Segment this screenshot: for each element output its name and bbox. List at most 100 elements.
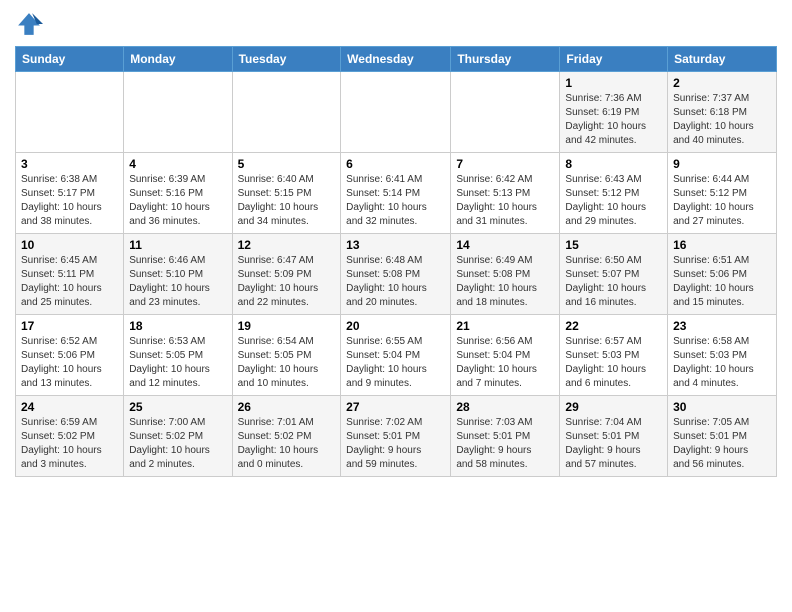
day-number: 20: [346, 319, 445, 333]
calendar-cell: 3 Sunrise: 6:38 AM Sunset: 5:17 PM Daylig…: [16, 153, 124, 234]
day-number: 25: [129, 400, 226, 414]
day-info: Sunrise: 6:56 AM Sunset: 5:04 PM Dayligh…: [456, 335, 554, 391]
calendar-cell: 20 Sunrise: 6:55 AM Sunset: 5:04 PM Dayli…: [341, 315, 451, 396]
day-info: Sunrise: 6:42 AM Sunset: 5:13 PM Dayligh…: [456, 173, 554, 229]
calendar-cell: 29Sunrise: 7:04 AM Sunset: 5:01 PM Dayli…: [560, 396, 668, 477]
calendar-cell: 30Sunrise: 7:05 AM Sunset: 5:01 PM Dayli…: [668, 396, 777, 477]
day-number: 11: [129, 238, 226, 252]
calendar-cell: 8 Sunrise: 6:43 AM Sunset: 5:12 PM Daylig…: [560, 153, 668, 234]
day-number: 27: [346, 400, 445, 414]
day-number: 6: [346, 157, 445, 171]
day-number: 17: [21, 319, 118, 333]
calendar-cell: 22Sunrise: 6:57 AM Sunset: 5:03 PM Dayli…: [560, 315, 668, 396]
day-number: 3: [21, 157, 118, 171]
day-info: Sunrise: 7:02 AM Sunset: 5:01 PM Dayligh…: [346, 416, 445, 472]
day-info: Sunrise: 6:55 AM Sunset: 5:04 PM Dayligh…: [346, 335, 445, 391]
calendar-cell: 26 Sunrise: 7:01 AM Sunset: 5:02 PM Dayli…: [232, 396, 341, 477]
day-info: Sunrise: 6:53 AM Sunset: 5:05 PM Dayligh…: [129, 335, 226, 391]
day-number: 8: [565, 157, 662, 171]
calendar-cell: 28 Sunrise: 7:03 AM Sunset: 5:01 PM Dayli…: [451, 396, 560, 477]
calendar-cell: 10 Sunrise: 6:45 AM Sunset: 5:11 PM Dayli…: [16, 234, 124, 315]
weekday-header-monday: Monday: [124, 47, 232, 72]
day-info: Sunrise: 6:46 AM Sunset: 5:10 PM Dayligh…: [129, 254, 226, 310]
day-number: 28: [456, 400, 554, 414]
day-info: Sunrise: 7:00 AM Sunset: 5:02 PM Dayligh…: [129, 416, 226, 472]
calendar-cell: 4 Sunrise: 6:39 AM Sunset: 5:16 PM Daylig…: [124, 153, 232, 234]
calendar-cell: 13 Sunrise: 6:48 AM Sunset: 5:08 PM Dayli…: [341, 234, 451, 315]
day-number: 9: [673, 157, 771, 171]
day-info: Sunrise: 6:39 AM Sunset: 5:16 PM Dayligh…: [129, 173, 226, 229]
day-info: Sunrise: 7:03 AM Sunset: 5:01 PM Dayligh…: [456, 416, 554, 472]
calendar-cell: [341, 72, 451, 153]
day-number: 26: [238, 400, 336, 414]
calendar-row-4: 24 Sunrise: 6:59 AM Sunset: 5:02 PM Dayli…: [16, 396, 777, 477]
calendar-cell: 27 Sunrise: 7:02 AM Sunset: 5:01 PM Dayli…: [341, 396, 451, 477]
day-number: 16: [673, 238, 771, 252]
weekday-header-saturday: Saturday: [668, 47, 777, 72]
day-info: Sunrise: 6:45 AM Sunset: 5:11 PM Dayligh…: [21, 254, 118, 310]
header: [15, 10, 777, 38]
day-info: Sunrise: 6:54 AM Sunset: 5:05 PM Dayligh…: [238, 335, 336, 391]
weekday-header-wednesday: Wednesday: [341, 47, 451, 72]
day-number: 12: [238, 238, 336, 252]
day-info: Sunrise: 7:05 AM Sunset: 5:01 PM Dayligh…: [673, 416, 771, 472]
day-info: Sunrise: 6:51 AM Sunset: 5:06 PM Dayligh…: [673, 254, 771, 310]
day-number: 24: [21, 400, 118, 414]
weekday-header-sunday: Sunday: [16, 47, 124, 72]
calendar-row-2: 10 Sunrise: 6:45 AM Sunset: 5:11 PM Dayli…: [16, 234, 777, 315]
day-number: 15: [565, 238, 662, 252]
calendar-cell: 1Sunrise: 7:36 AM Sunset: 6:19 PM Daylig…: [560, 72, 668, 153]
day-info: Sunrise: 6:59 AM Sunset: 5:02 PM Dayligh…: [21, 416, 118, 472]
calendar-cell: 7 Sunrise: 6:42 AM Sunset: 5:13 PM Daylig…: [451, 153, 560, 234]
day-number: 10: [21, 238, 118, 252]
weekday-header-friday: Friday: [560, 47, 668, 72]
calendar-row-3: 17Sunrise: 6:52 AM Sunset: 5:06 PM Dayli…: [16, 315, 777, 396]
day-number: 18: [129, 319, 226, 333]
day-number: 14: [456, 238, 554, 252]
calendar-cell: 25 Sunrise: 7:00 AM Sunset: 5:02 PM Dayli…: [124, 396, 232, 477]
calendar-cell: [124, 72, 232, 153]
day-number: 5: [238, 157, 336, 171]
calendar: SundayMondayTuesdayWednesdayThursdayFrid…: [15, 46, 777, 477]
calendar-cell: [16, 72, 124, 153]
calendar-cell: 16 Sunrise: 6:51 AM Sunset: 5:06 PM Dayli…: [668, 234, 777, 315]
calendar-cell: 15 Sunrise: 6:50 AM Sunset: 5:07 PM Dayli…: [560, 234, 668, 315]
day-info: Sunrise: 6:44 AM Sunset: 5:12 PM Dayligh…: [673, 173, 771, 229]
day-number: 4: [129, 157, 226, 171]
day-info: Sunrise: 7:01 AM Sunset: 5:02 PM Dayligh…: [238, 416, 336, 472]
logo-icon: [15, 10, 43, 38]
calendar-cell: 2Sunrise: 7:37 AM Sunset: 6:18 PM Daylig…: [668, 72, 777, 153]
calendar-cell: 24 Sunrise: 6:59 AM Sunset: 5:02 PM Dayli…: [16, 396, 124, 477]
logo: [15, 10, 47, 38]
day-info: Sunrise: 6:50 AM Sunset: 5:07 PM Dayligh…: [565, 254, 662, 310]
weekday-header-tuesday: Tuesday: [232, 47, 341, 72]
day-info: Sunrise: 7:36 AM Sunset: 6:19 PM Dayligh…: [565, 92, 662, 148]
day-number: 7: [456, 157, 554, 171]
day-info: Sunrise: 6:41 AM Sunset: 5:14 PM Dayligh…: [346, 173, 445, 229]
calendar-row-1: 3 Sunrise: 6:38 AM Sunset: 5:17 PM Daylig…: [16, 153, 777, 234]
calendar-cell: 17Sunrise: 6:52 AM Sunset: 5:06 PM Dayli…: [16, 315, 124, 396]
calendar-cell: 11 Sunrise: 6:46 AM Sunset: 5:10 PM Dayli…: [124, 234, 232, 315]
day-number: 22: [565, 319, 662, 333]
day-info: Sunrise: 6:43 AM Sunset: 5:12 PM Dayligh…: [565, 173, 662, 229]
calendar-cell: 14 Sunrise: 6:49 AM Sunset: 5:08 PM Dayli…: [451, 234, 560, 315]
calendar-cell: 21 Sunrise: 6:56 AM Sunset: 5:04 PM Dayli…: [451, 315, 560, 396]
calendar-row-0: 1Sunrise: 7:36 AM Sunset: 6:19 PM Daylig…: [16, 72, 777, 153]
day-number: 29: [565, 400, 662, 414]
day-number: 21: [456, 319, 554, 333]
calendar-cell: 5 Sunrise: 6:40 AM Sunset: 5:15 PM Daylig…: [232, 153, 341, 234]
calendar-cell: [232, 72, 341, 153]
day-info: Sunrise: 6:48 AM Sunset: 5:08 PM Dayligh…: [346, 254, 445, 310]
page: SundayMondayTuesdayWednesdayThursdayFrid…: [0, 0, 792, 612]
calendar-cell: 12 Sunrise: 6:47 AM Sunset: 5:09 PM Dayli…: [232, 234, 341, 315]
day-info: Sunrise: 6:47 AM Sunset: 5:09 PM Dayligh…: [238, 254, 336, 310]
day-info: Sunrise: 7:37 AM Sunset: 6:18 PM Dayligh…: [673, 92, 771, 148]
day-number: 13: [346, 238, 445, 252]
day-info: Sunrise: 6:49 AM Sunset: 5:08 PM Dayligh…: [456, 254, 554, 310]
day-info: Sunrise: 6:40 AM Sunset: 5:15 PM Dayligh…: [238, 173, 336, 229]
day-info: Sunrise: 6:38 AM Sunset: 5:17 PM Dayligh…: [21, 173, 118, 229]
day-number: 19: [238, 319, 336, 333]
calendar-cell: 19 Sunrise: 6:54 AM Sunset: 5:05 PM Dayli…: [232, 315, 341, 396]
calendar-cell: 23Sunrise: 6:58 AM Sunset: 5:03 PM Dayli…: [668, 315, 777, 396]
calendar-cell: 6 Sunrise: 6:41 AM Sunset: 5:14 PM Daylig…: [341, 153, 451, 234]
